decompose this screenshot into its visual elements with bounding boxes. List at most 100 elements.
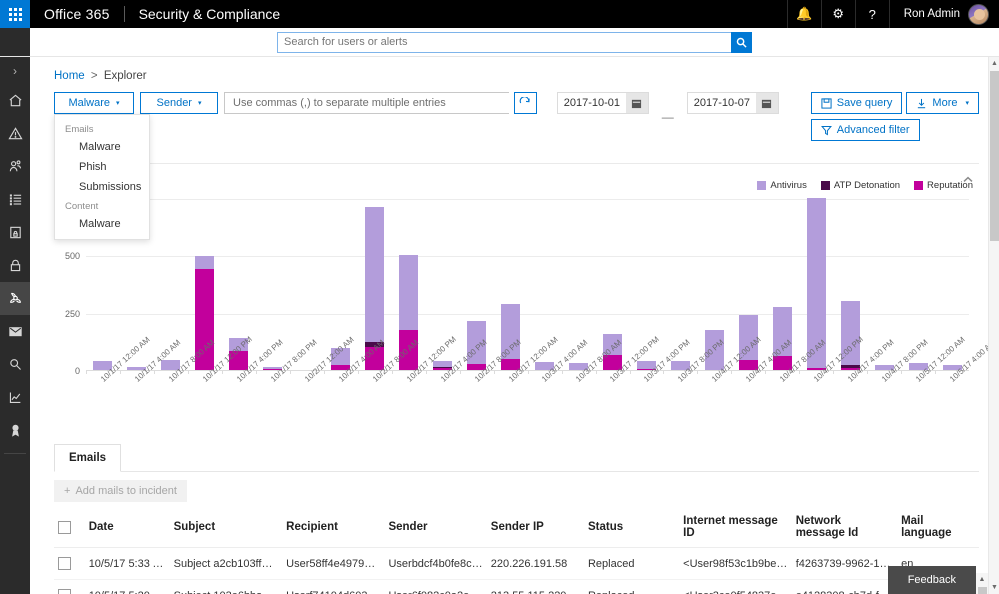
column-header-date[interactable]: Date xyxy=(85,508,170,548)
settings-button[interactable]: ⚙ xyxy=(821,0,855,28)
cell-internet-message-id: <User98f53c1b9be5dac... xyxy=(679,548,792,580)
breadcrumb-separator: > xyxy=(91,70,98,82)
account-manager-button[interactable]: Ron Admin xyxy=(889,0,999,28)
add-mails-to-incident-button[interactable]: + Add mails to incident xyxy=(54,480,187,502)
home-icon xyxy=(8,93,23,108)
search-submit-button[interactable] xyxy=(731,32,752,53)
cell-recipient[interactable]: Userf74104d603bd233b... xyxy=(282,580,384,594)
cell-subject[interactable]: Subject a2cb103ff507dc... xyxy=(170,548,283,580)
cell-network-message-id: e4128308-cb7d-fecf-9f7... xyxy=(792,580,897,594)
column-header-mail-language[interactable]: Mail language xyxy=(897,508,979,548)
search-input[interactable] xyxy=(277,32,731,53)
column-header-recipient[interactable]: Recipient xyxy=(282,508,384,548)
y-axis-tick-label: 500 xyxy=(54,251,80,261)
start-date-field[interactable] xyxy=(557,92,649,114)
column-header-internet-message-id[interactable]: Internet message ID xyxy=(679,508,792,548)
advanced-filter-button[interactable]: Advanced filter xyxy=(811,119,920,141)
main-region: ▲ ▼ ▲ ▼ Home > Explorer Malware ▾ xyxy=(30,57,999,594)
start-date-calendar-button[interactable] xyxy=(626,93,648,113)
funnel-icon xyxy=(821,125,832,136)
cell-status: Replaced xyxy=(584,548,679,580)
sidebar-item-search-and-investigation[interactable] xyxy=(0,348,30,381)
breadcrumb-home-link[interactable]: Home xyxy=(54,70,85,82)
view-filter-dropdown[interactable]: Malware ▾ xyxy=(54,92,134,114)
page-scroll-thumb[interactable] xyxy=(990,71,999,241)
gear-icon: ⚙ xyxy=(832,6,844,22)
end-date-field[interactable] xyxy=(687,92,779,114)
select-all-checkbox[interactable] xyxy=(58,521,71,534)
tab-emails[interactable]: Emails xyxy=(54,444,121,472)
page-scrollbar[interactable]: ▲ ▼ xyxy=(988,57,999,594)
table-row[interactable]: 10/5/17 5:20 AMSubject 103e6bba61418...U… xyxy=(54,580,979,594)
cell-status: Replaced xyxy=(584,580,679,594)
grid-scroll-thumb[interactable] xyxy=(978,587,987,594)
help-button[interactable]: ? xyxy=(855,0,889,28)
cell-recipient[interactable]: User58ff4e49794d921c... xyxy=(282,548,384,580)
sidebar-item-mail-flow[interactable] xyxy=(0,315,30,348)
sidebar-item-service-assurance[interactable] xyxy=(0,414,30,447)
grid-scroll-up-arrow[interactable]: ▲ xyxy=(976,573,988,586)
menu-item-content-malware[interactable]: Malware xyxy=(55,214,149,234)
sidebar-item-home[interactable] xyxy=(0,84,30,117)
cell-sender-ip[interactable]: 213.55.115.220 xyxy=(487,580,584,594)
sidebar-item-alerts[interactable] xyxy=(0,117,30,150)
sidebar-item-permissions[interactable] xyxy=(0,150,30,183)
column-header-status[interactable]: Status xyxy=(584,508,679,548)
sidebar-item-classifications[interactable] xyxy=(0,183,30,216)
app-title[interactable]: Security & Compliance xyxy=(125,0,295,28)
legend-item-antivirus[interactable]: Antivirus xyxy=(757,180,806,191)
column-header-sender-ip[interactable]: Sender IP xyxy=(487,508,584,548)
start-date-input[interactable] xyxy=(558,93,626,113)
end-date-input[interactable] xyxy=(688,93,756,113)
page-scroll-up-arrow[interactable]: ▲ xyxy=(989,57,999,70)
sidebar-item-data-loss-prevention[interactable] xyxy=(0,216,30,249)
menu-item-emails-submissions[interactable]: Submissions xyxy=(55,177,149,197)
suite-header: Office 365 Security & Compliance 🔔 ⚙ ? R… xyxy=(0,0,999,28)
row-select-cell xyxy=(54,548,85,580)
nav-expand-button[interactable]: › xyxy=(0,57,30,84)
column-header-network-message-id[interactable]: Network message Id xyxy=(792,508,897,548)
search-box xyxy=(277,32,752,53)
filter-entries-input[interactable] xyxy=(224,92,509,114)
chart-legend: AntivirusATP DetonationReputation xyxy=(54,164,979,193)
page-scroll-down-arrow[interactable]: ▼ xyxy=(989,581,999,594)
field-filter-dropdown[interactable]: Sender ▾ xyxy=(140,92,218,114)
refresh-button[interactable] xyxy=(514,92,537,114)
chart-collapse-button[interactable] xyxy=(957,169,979,189)
table-row[interactable]: 10/5/17 5:33 AMSubject a2cb103ff507dc...… xyxy=(54,548,979,580)
sidebar-item-reports[interactable] xyxy=(0,381,30,414)
feedback-button[interactable]: Feedback xyxy=(888,566,976,594)
y-axis-tick-label: 250 xyxy=(54,309,80,319)
field-filter-label: Sender xyxy=(157,97,192,109)
sidebar-item-data-governance[interactable] xyxy=(0,249,30,282)
more-button[interactable]: More ▾ xyxy=(906,92,979,114)
view-filter-menu[interactable]: Emails Malware Phish Submissions Content… xyxy=(54,114,150,240)
column-header-subject[interactable]: Subject xyxy=(170,508,283,548)
header-spacer xyxy=(294,0,787,28)
menu-item-emails-malware[interactable]: Malware xyxy=(55,137,149,157)
view-filter-container: Malware ▾ Emails Malware Phish Submissio… xyxy=(54,92,134,114)
end-date-calendar-button[interactable] xyxy=(756,93,778,113)
grid-command-bar: + Add mails to incident xyxy=(54,472,979,508)
y-axis-tick-label: 0 xyxy=(54,366,80,376)
app-launcher-button[interactable] xyxy=(0,0,30,28)
legend-label: ATP Detonation xyxy=(834,180,900,191)
save-query-button[interactable]: Save query xyxy=(811,92,903,114)
list-icon xyxy=(8,192,23,207)
chevron-up-icon xyxy=(963,176,973,183)
office-brand[interactable]: Office 365 xyxy=(30,0,124,28)
chart-bar-segment xyxy=(365,207,384,342)
row-checkbox[interactable] xyxy=(58,557,71,570)
menu-item-emails-phish[interactable]: Phish xyxy=(55,157,149,177)
grid-scrollbar[interactable]: ▲ ▼ xyxy=(976,573,988,594)
cell-subject[interactable]: Subject 103e6bba61418... xyxy=(170,580,283,594)
column-header-sender[interactable]: Sender xyxy=(384,508,486,548)
sidebar-item-threat-management[interactable] xyxy=(0,282,30,315)
row-checkbox[interactable] xyxy=(58,589,71,594)
breadcrumb-current: Explorer xyxy=(104,70,147,82)
chart-bar-segment xyxy=(399,255,418,330)
notifications-button[interactable]: 🔔 xyxy=(787,0,821,28)
legend-item-atp-detonation[interactable]: ATP Detonation xyxy=(821,180,900,191)
cell-sender-ip[interactable]: 220.226.191.58 xyxy=(487,548,584,580)
bell-icon: 🔔 xyxy=(796,6,812,22)
